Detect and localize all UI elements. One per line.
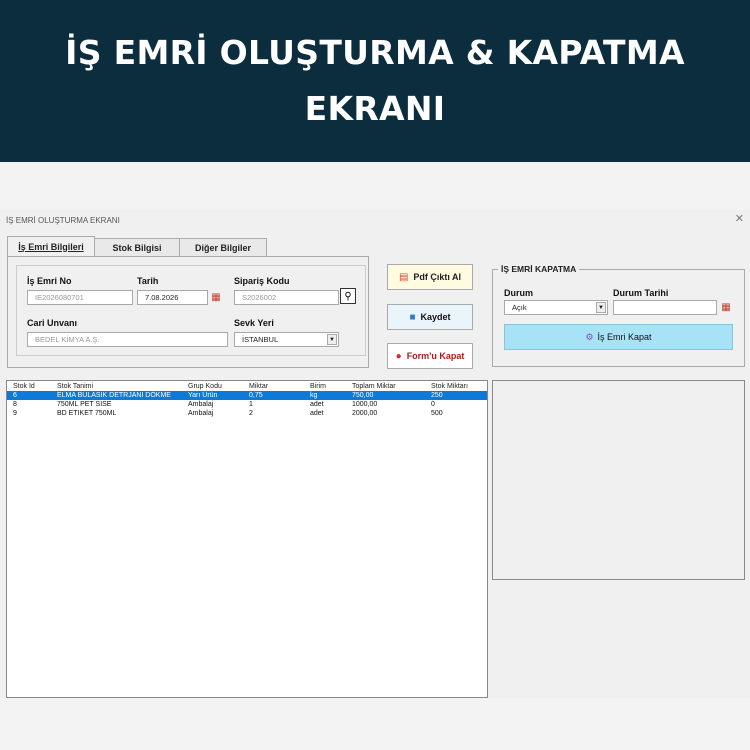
is-emri-no-label: İş Emri No xyxy=(27,276,72,286)
cell: 750,00 xyxy=(352,392,374,399)
close-form-icon: ● xyxy=(395,350,402,362)
cell: 2000,00 xyxy=(352,410,378,417)
save-button[interactable]: ■ Kaydet xyxy=(387,304,473,330)
table-row[interactable]: 6 ELMA BULASIK DETRJANI DÖKME Yarı Ürün … xyxy=(7,391,487,400)
chevron-down-icon[interactable]: ▼ xyxy=(327,334,337,345)
cell: adet xyxy=(310,401,324,408)
cell: 8 xyxy=(13,401,17,408)
sevk-yeri-select[interactable]: İSTANBUL ▼ xyxy=(234,332,339,347)
is-emri-kapatma-group: İŞ EMRİ KAPATMA Durum Açık ▼ Durum Tarih… xyxy=(492,264,745,367)
order-fields-box: İş Emri No IE2026080701 Tarih 7.08.2026 … xyxy=(16,265,366,356)
column-header[interactable]: Stok Miktarı xyxy=(431,382,468,391)
cell: 250 xyxy=(431,392,443,399)
table-row[interactable]: 9 BD ETIKET 750ML Ambalaj 2 adet 2000,00… xyxy=(7,409,487,418)
save-icon: ■ xyxy=(409,311,416,323)
is-emri-kapat-button[interactable]: ⚙ İş Emri Kapat xyxy=(504,324,733,350)
cell: adet xyxy=(310,410,324,417)
kapat-icon: ⚙ xyxy=(585,331,594,342)
is-emri-no-input[interactable]: IE2026080701 xyxy=(27,290,133,305)
cell: Ambalaj xyxy=(188,410,214,417)
calendar-icon[interactable]: ▦ xyxy=(719,300,733,314)
cell: 1000,00 xyxy=(352,401,378,408)
column-header[interactable]: Stok Id xyxy=(13,382,35,391)
tab-diger-bilgiler[interactable]: Diğer Bilgiler xyxy=(179,238,267,256)
durum-select[interactable]: Açık ▼ xyxy=(504,300,608,315)
tarih-input[interactable]: 7.08.2026 xyxy=(137,290,208,305)
durum-value: Açık xyxy=(512,303,527,312)
cari-unvani-input[interactable]: BEDEL KİMYA A.Ş. xyxy=(27,332,228,347)
cell: ELMA BULASIK DETRJANI DÖKME xyxy=(57,392,171,399)
cell: 6 xyxy=(13,392,17,399)
cell: BD ETIKET 750ML xyxy=(57,410,117,417)
pdf-button-label: Pdf Çıktı Al xyxy=(413,272,462,282)
save-button-label: Kaydet xyxy=(420,312,451,322)
pdf-export-button[interactable]: ▤ Pdf Çıktı Al xyxy=(387,264,473,290)
cell: 0 xyxy=(431,401,435,408)
close-form-button[interactable]: ● Form'u Kapat xyxy=(387,343,473,369)
cell: 1 xyxy=(249,401,253,408)
banner-title: İŞ EMRİ OLUŞTURMA & KAPATMA EKRANI xyxy=(65,33,685,128)
form-window: İŞ EMRİ OLUŞTURMA EKRANI ✕ İş Emri Bilgi… xyxy=(0,210,750,698)
list-header: Stok Id Stok Tanimi Grup Kodu Miktar Bir… xyxy=(7,382,487,391)
siparis-kodu-label: Sipariş Kodu xyxy=(234,276,290,286)
kapat-button-label: İş Emri Kapat xyxy=(597,332,652,342)
tarih-label: Tarih xyxy=(137,276,159,286)
close-form-button-label: Form'u Kapat xyxy=(406,351,465,361)
pdf-icon: ▤ xyxy=(398,271,409,283)
cari-unvani-label: Cari Unvanı xyxy=(27,318,78,328)
header-banner: İŞ EMRİ OLUŞTURMA & KAPATMA EKRANI xyxy=(0,0,750,162)
cell: kg xyxy=(310,392,318,399)
search-icon[interactable]: ⚲ xyxy=(340,288,356,304)
durum-label: Durum xyxy=(504,288,533,298)
durum-tarihi-input[interactable] xyxy=(613,300,717,315)
cell: Ambalaj xyxy=(188,401,214,408)
sevk-yeri-value: İSTANBUL xyxy=(242,335,279,344)
column-header[interactable]: Stok Tanimi xyxy=(57,382,93,391)
column-header[interactable]: Toplam Miktar xyxy=(352,382,396,391)
tab-strip: İş Emri Bilgileri Stok Bilgisi Diğer Bil… xyxy=(7,236,267,256)
column-header[interactable]: Grup Kodu xyxy=(188,382,222,391)
durum-tarihi-label: Durum Tarihi xyxy=(613,288,669,298)
cell: Yarı Ürün xyxy=(188,392,218,399)
cell: 0,75 xyxy=(249,392,263,399)
cell: 500 xyxy=(431,410,443,417)
cell: 9 xyxy=(13,410,17,417)
tab-stok-bilgisi[interactable]: Stok Bilgisi xyxy=(94,238,180,256)
detail-panel xyxy=(492,380,745,580)
cell: 750ML PET SISE xyxy=(57,401,112,408)
stock-list[interactable]: Stok Id Stok Tanimi Grup Kodu Miktar Bir… xyxy=(6,380,488,698)
close-icon[interactable]: ✕ xyxy=(735,212,744,225)
siparis-kodu-input[interactable]: S2026002 xyxy=(234,290,339,305)
calendar-icon[interactable]: ▦ xyxy=(209,290,223,304)
tab-panel-is-emri: İş Emri No IE2026080701 Tarih 7.08.2026 … xyxy=(7,256,369,368)
kapatma-group-title: İŞ EMRİ KAPATMA xyxy=(498,264,580,274)
chevron-down-icon[interactable]: ▼ xyxy=(596,302,606,313)
sevk-yeri-label: Sevk Yeri xyxy=(234,318,274,328)
column-header[interactable]: Miktar xyxy=(249,382,268,391)
table-row[interactable]: 8 750ML PET SISE Ambalaj 1 adet 1000,00 … xyxy=(7,400,487,409)
cell: 2 xyxy=(249,410,253,417)
window-title: İŞ EMRİ OLUŞTURMA EKRANI xyxy=(6,216,120,225)
tab-is-emri-bilgileri[interactable]: İş Emri Bilgileri xyxy=(7,236,95,256)
column-header[interactable]: Birim xyxy=(310,382,326,391)
